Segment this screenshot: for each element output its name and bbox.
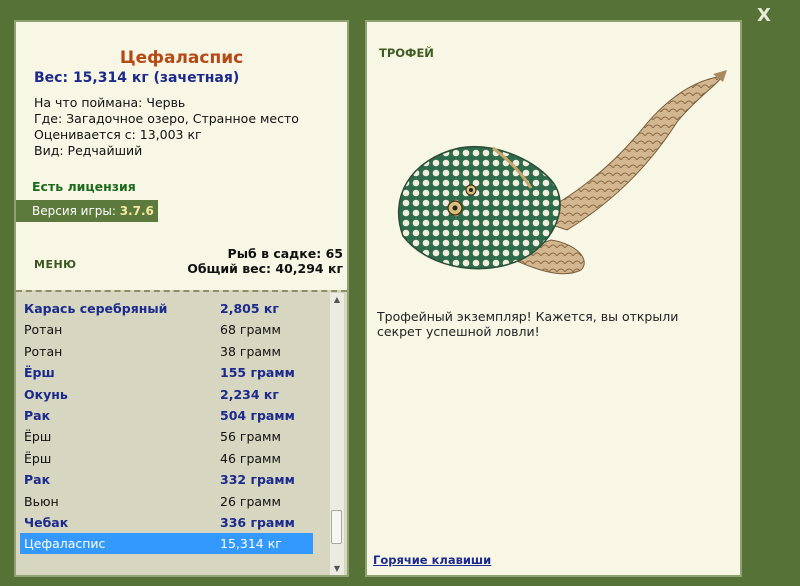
fish-list[interactable]: Карась серебряный 2,805 кг Ротан 68 грамм Ро… <box>16 290 347 575</box>
scroll-down-icon[interactable]: ▼ <box>330 562 344 575</box>
fish-row-name: Ротан <box>24 343 63 359</box>
fish-row[interactable]: Ёрш 155 грамм <box>20 362 313 383</box>
fish-row[interactable]: Ротан 68 грамм <box>20 319 313 340</box>
fish-weight: Вес: 15,314 кг (зачетная) <box>34 70 240 86</box>
fish-row-weight: 15,314 кг <box>220 536 282 552</box>
fish-row[interactable]: Ёрш 56 грамм <box>20 426 313 447</box>
fish-row-name: Чебак <box>24 515 69 530</box>
bait-info: На что поймана: Червь <box>34 95 186 110</box>
version-bar: Версия игры: 3.7.6 <box>16 200 158 222</box>
fish-row[interactable]: Карась серебряный 2,805 кг <box>20 298 313 319</box>
fish-row-weight: 155 грамм <box>220 365 295 381</box>
fish-row-weight: 504 грамм <box>220 408 295 423</box>
trophy-text: Трофейный экземпляр! Кажется, вы открыли… <box>377 309 679 339</box>
menu-button[interactable]: МЕНЮ <box>34 258 77 271</box>
fish-title: Цефаласпис <box>119 48 244 68</box>
fish-row-name: Цефаласпис <box>24 536 106 552</box>
rarity-info: Вид: Редчайший <box>34 143 143 158</box>
catch-stats: Рыб в садке: 65 Общий вес: 40,294 кг <box>187 246 343 276</box>
fish-row-name: Ёрш <box>24 365 55 381</box>
fish-image <box>398 70 727 275</box>
fish-row-weight: 332 грамм <box>220 472 295 488</box>
trophy-panel: ТРОФЕЙ Трофейный экземпляр! Кажется, вы … <box>365 20 742 577</box>
scroll-thumb[interactable] <box>331 510 342 544</box>
fish-row-name: Ёрш <box>24 450 52 466</box>
fish-row-weight: 38 грамм <box>220 343 281 359</box>
fish-row-name: Рак <box>24 472 51 488</box>
close-button[interactable]: X <box>752 4 776 28</box>
threshold-info: Оценивается с: 13,003 кг <box>34 127 202 142</box>
version-value: 3.7.6 <box>119 204 154 218</box>
fish-row-weight: 2,805 кг <box>220 301 279 316</box>
hotkeys-link[interactable]: Горячие клавиши <box>373 553 491 567</box>
fish-row-weight: 56 грамм <box>220 429 281 445</box>
scrollbar[interactable]: ▲ ▼ <box>330 293 344 575</box>
fish-row-weight: 2,234 кг <box>220 386 279 402</box>
total-weight: Общий вес: 40,294 кг <box>187 261 343 276</box>
fish-row[interactable]: Чебак 336 грамм <box>20 512 313 533</box>
fish-row-name: Ротан <box>24 322 63 338</box>
fish-row[interactable]: Вьюн 26 грамм <box>20 491 313 512</box>
catch-info-panel: Цефаласпис Вес: 15,314 кг (зачетная) На … <box>14 20 349 577</box>
fish-row-name: Рак <box>24 408 51 423</box>
scroll-up-icon[interactable]: ▲ <box>330 293 344 307</box>
fish-row-name: Вьюн <box>24 493 59 509</box>
fish-row-selected[interactable]: Цефаласпис 15,314 кг <box>20 533 313 555</box>
version-label: Версия игры: <box>32 204 120 218</box>
fish-row[interactable]: Рак 504 грамм <box>20 405 313 426</box>
fish-row[interactable]: Ротан 38 грамм <box>20 341 313 362</box>
fish-row-name: Ёрш <box>24 429 52 445</box>
fish-row[interactable]: Рак 332 грамм <box>20 469 313 490</box>
fish-row-weight: 46 грамм <box>220 450 281 466</box>
fish-row[interactable]: Ёрш 46 грамм <box>20 448 313 469</box>
fish-row-weight: 68 грамм <box>220 322 281 338</box>
fish-row-weight: 26 грамм <box>220 493 281 509</box>
fish-row-weight: 336 грамм <box>220 515 295 530</box>
fish-row-name: Окунь <box>24 386 68 402</box>
place-info: Где: Загадочное озеро, Странное место <box>34 111 299 126</box>
fish-count: Рыб в садке: 65 <box>227 246 343 261</box>
license-status: Есть лицензия <box>32 179 136 194</box>
fish-row-name: Карась серебряный <box>24 301 168 316</box>
fish-row[interactable]: Окунь 2,234 кг <box>20 384 313 405</box>
